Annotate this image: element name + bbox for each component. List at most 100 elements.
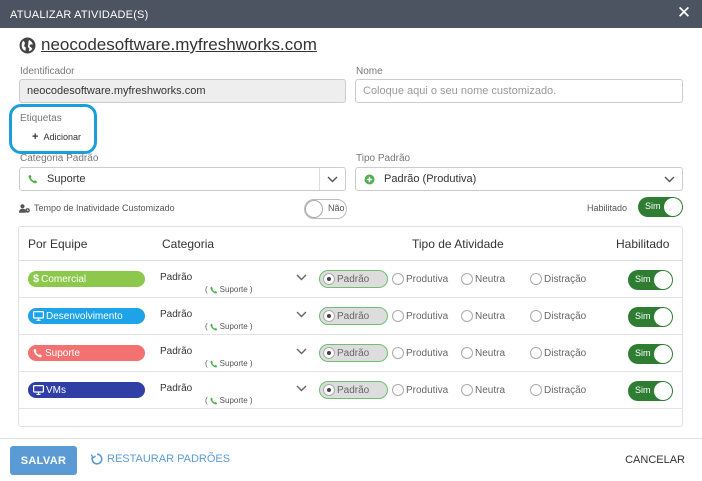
chevron-down-icon (656, 168, 682, 190)
domain-link[interactable]: neocodesoftware.myfreshworks.com (41, 35, 317, 55)
radio-option-label: Neutra (475, 347, 506, 359)
radio-dot (530, 273, 542, 285)
row-enabled-toggle-text: Sim (635, 385, 651, 395)
row-subcategory-label: Suporte (219, 322, 248, 331)
row-category: Padrão (160, 272, 193, 283)
dialog-titlebar: ATUALIZAR ATIVIDADE(S) ✕ (0, 0, 702, 28)
row-enabled-toggle-text: Sim (635, 348, 651, 358)
team-table: Por Equipe Categoria Tipo de Atividade H… (18, 226, 683, 427)
chevron-down-icon[interactable] (296, 309, 307, 321)
default-category-label: Categoria Padrão (20, 153, 99, 164)
enabled-toggle[interactable]: Sim (638, 197, 683, 217)
row-enabled-toggle[interactable]: Sim (628, 381, 673, 401)
row-enabled-toggle[interactable]: Sim (628, 307, 673, 327)
radio-option-2[interactable]: Neutra (461, 344, 505, 362)
radio-option-3[interactable]: Distração (530, 270, 586, 288)
radio-option-label: Produtiva (406, 310, 449, 322)
name-input[interactable]: Coloque aqui o seu nome customizado. (355, 79, 683, 103)
globe-icon (19, 37, 36, 53)
team-badge: Desenvolvimento (28, 308, 145, 324)
radio-dot (461, 347, 473, 359)
restore-defaults-label: RESTAURAR PADRÕES (107, 453, 231, 465)
radio-dot (323, 384, 335, 396)
phone-icon (210, 360, 218, 368)
header-team: Por Equipe (28, 237, 88, 251)
chevron-down-icon[interactable] (296, 272, 307, 284)
team-badge: $ Comercial (28, 271, 145, 287)
radio-option-2[interactable]: Neutra (461, 270, 505, 288)
radio-option-label: Distração (544, 347, 587, 359)
radio-option-3[interactable]: Distração (530, 344, 586, 362)
phone-icon (210, 323, 218, 331)
row-subcategory: (Suporte ) (205, 359, 253, 368)
identifier-field: neocodesoftware.myfreshworks.com (19, 79, 346, 103)
row-category: Padrão (160, 309, 193, 320)
chevron-down-icon[interactable] (296, 383, 307, 395)
phone-icon (210, 286, 218, 294)
user-clock-icon (19, 203, 30, 213)
radio-dot (323, 310, 335, 322)
team-name: VMs (46, 384, 66, 396)
row-enabled-toggle[interactable]: Sim (628, 270, 673, 290)
default-type-label: Tipo Padrão (356, 153, 411, 164)
toggle-knob (654, 308, 672, 326)
row-category: Padrão (160, 346, 193, 357)
domain-header: neocodesoftware.myfreshworks.com (19, 34, 317, 56)
radio-option-0[interactable]: Padrão (319, 307, 388, 325)
cancel-button[interactable]: CANCELAR (625, 454, 685, 466)
radio-option-1[interactable]: Produtiva (392, 381, 448, 399)
radio-option-label: Neutra (475, 273, 506, 285)
monitor-icon (33, 311, 44, 321)
name-label: Nome (356, 66, 383, 77)
row-enabled-toggle[interactable]: Sim (628, 344, 673, 364)
radio-dot (392, 347, 404, 359)
team-name: Desenvolvimento (46, 310, 123, 322)
radio-option-0[interactable]: Padrão (319, 344, 388, 362)
radio-option-label: Padrão (337, 310, 370, 322)
row-subcategory-label: Suporte (219, 285, 248, 294)
radio-option-1[interactable]: Produtiva (392, 344, 448, 362)
header-activity-type: Tipo de Atividade (412, 237, 504, 251)
custom-idle-row: Tempo de Inatividade Customizado (19, 203, 175, 213)
header-enabled: Habilitado (616, 237, 670, 251)
custom-idle-toggle-text: Não (328, 203, 345, 213)
restore-defaults-button[interactable]: RESTAURAR PADRÕES (91, 453, 230, 465)
radio-option-label: Padrão (337, 347, 370, 359)
name-placeholder: Coloque aqui o seu nome customizado. (363, 85, 557, 97)
save-button[interactable]: SALVAR (10, 446, 77, 475)
radio-option-label: Padrão (337, 384, 370, 396)
team-badge: Suporte (28, 345, 145, 361)
radio-option-0[interactable]: Padrão (319, 381, 388, 399)
dialog-footer: SALVAR RESTAURAR PADRÕES CANCELAR (0, 438, 702, 481)
monitor-icon (33, 385, 44, 395)
radio-dot (392, 384, 404, 396)
radio-option-label: Neutra (475, 384, 506, 396)
chevron-down-icon[interactable] (296, 346, 307, 358)
radio-option-2[interactable]: Neutra (461, 381, 505, 399)
radio-option-1[interactable]: Produtiva (392, 270, 448, 288)
dollar-icon: $ (33, 272, 40, 285)
radio-dot (392, 273, 404, 285)
table-header: Por Equipe Categoria Tipo de Atividade H… (19, 227, 682, 261)
team-name: Suporte (45, 347, 81, 359)
close-icon[interactable]: ✕ (675, 3, 693, 23)
radio-dot (461, 273, 473, 285)
radio-dot (461, 310, 473, 322)
add-tag-button[interactable]: + Adicionar (32, 131, 81, 143)
radio-option-2[interactable]: Neutra (461, 307, 505, 325)
row-subcategory: (Suporte ) (205, 396, 253, 405)
tags-highlight-annotation (9, 104, 97, 154)
row-subcategory-label: Suporte (219, 396, 248, 405)
radio-option-1[interactable]: Produtiva (392, 307, 448, 325)
radio-dot (323, 273, 335, 285)
row-enabled-toggle-text: Sim (635, 311, 651, 321)
radio-option-3[interactable]: Distração (530, 381, 586, 399)
radio-option-3[interactable]: Distração (530, 307, 586, 325)
default-category-select[interactable]: Suporte (19, 167, 346, 191)
custom-idle-toggle[interactable]: Não (304, 199, 347, 219)
enabled-toggle-text: Sim (645, 201, 661, 211)
radio-option-0[interactable]: Padrão (319, 270, 388, 288)
toggle-knob (654, 345, 672, 363)
default-type-select[interactable]: Padrão (Produtiva) (355, 167, 683, 191)
default-type-value: Padrão (Produtiva) (384, 173, 477, 185)
